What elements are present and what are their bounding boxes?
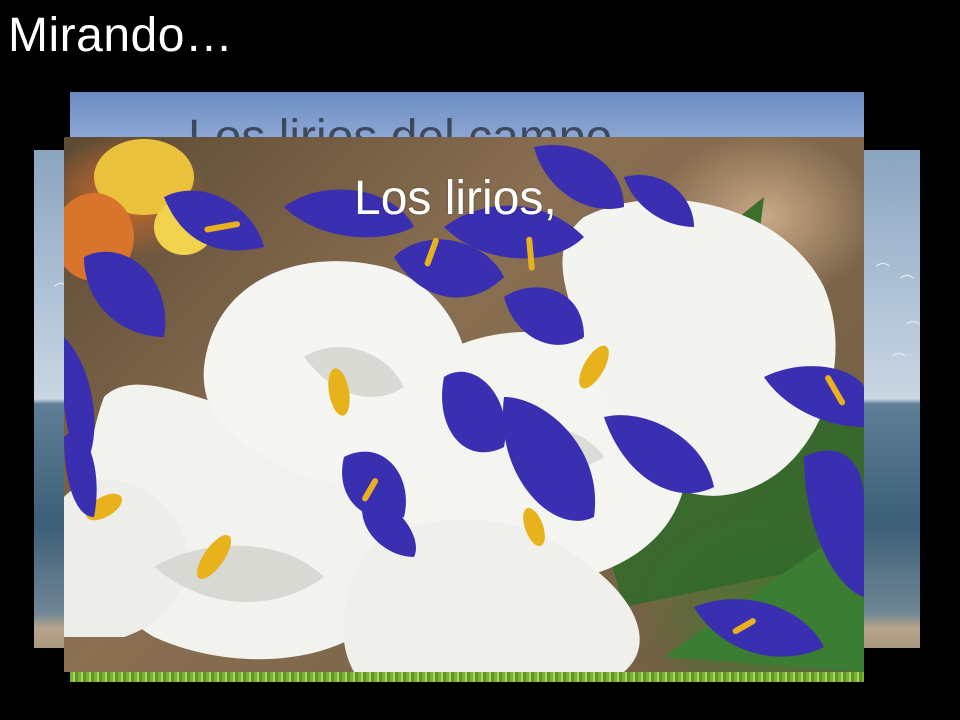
seagull-icon: ⌒ [876, 263, 890, 279]
seagull-icon: ⌒ [906, 321, 920, 337]
front-slide-caption: Los lirios, [354, 172, 557, 225]
seagull-icon: ⌒ [892, 353, 906, 369]
slide-title: Mirando… [8, 9, 234, 62]
lilies-photo: Los lirios, [64, 137, 864, 672]
seagull-icon: ⌒ [900, 275, 914, 291]
